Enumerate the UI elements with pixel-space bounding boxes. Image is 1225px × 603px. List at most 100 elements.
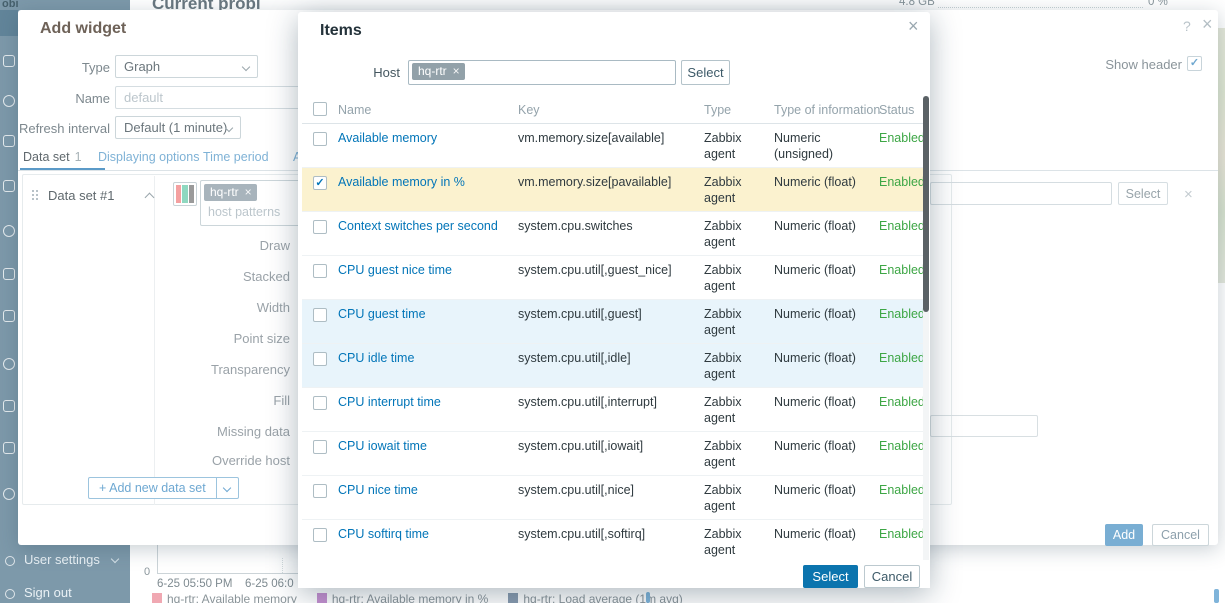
sidebar-icon[interactable] — [3, 55, 15, 67]
item-type: Zabbix agent — [704, 306, 756, 338]
item-checkbox[interactable]: ✓ — [313, 176, 327, 190]
item-name-link[interactable]: CPU interrupt time — [338, 394, 441, 410]
item-name-link[interactable]: CPU guest nice time — [338, 262, 452, 278]
check-icon: ✓ — [315, 177, 324, 189]
tab-data-set[interactable]: Data set1 — [23, 150, 82, 164]
item-info-type: Numeric (unsigned) — [774, 130, 874, 162]
legend-item[interactable]: hq-rtr: Load average (1m avg) — [508, 592, 682, 603]
remove-row-icon[interactable]: × — [1184, 186, 1193, 203]
item-checkbox[interactable] — [313, 264, 327, 278]
type-select[interactable]: Graph — [115, 55, 258, 78]
user-settings-label: User settings — [24, 552, 100, 567]
modal-scrollbar-track[interactable] — [923, 96, 929, 560]
dataset-header: Data set #1 — [48, 188, 115, 203]
item-name-link[interactable]: CPU nice time — [338, 482, 418, 498]
sidebar-active-item[interactable] — [0, 10, 18, 36]
color-swatch[interactable] — [173, 182, 197, 206]
dataset-field-label: Missing data — [217, 424, 290, 439]
graph-y-axis — [157, 545, 158, 574]
modal-footer: Select Cancel — [298, 560, 930, 588]
plus-icon: + — [99, 481, 106, 495]
item-patterns-input[interactable] — [930, 182, 1112, 205]
item-key: vm.memory.size[available] — [518, 130, 664, 146]
page-heading-fragment: Current probl — [152, 0, 322, 10]
host-filter-input[interactable]: hq-rtr × — [408, 60, 676, 85]
item-name-link[interactable]: Available memory in % — [338, 174, 465, 190]
help-icon[interactable]: ? — [1183, 18, 1191, 34]
secondary-input[interactable] — [930, 415, 1038, 437]
item-checkbox[interactable] — [313, 220, 327, 234]
modal-title: Items — [320, 22, 362, 40]
close-icon[interactable]: × — [1202, 14, 1213, 35]
legend-label: hq-rtr: Available memory in % — [332, 592, 489, 603]
sidebar-item-sign-out[interactable]: Sign out — [24, 585, 72, 600]
sidebar-logo: obi — [2, 0, 19, 9]
item-key: system.cpu.util[,softirq] — [518, 526, 645, 542]
item-checkbox[interactable] — [313, 396, 327, 410]
modal-scrollbar-thumb[interactable] — [923, 96, 929, 312]
graph-x-tick: 6-25 05:50 PM — [157, 578, 232, 590]
sidebar-icon[interactable] — [3, 310, 15, 322]
table-row: CPU guest nice time system.cpu.util[,gue… — [302, 256, 923, 300]
sign-out-label: Sign out — [24, 585, 72, 600]
item-checkbox[interactable] — [313, 308, 327, 322]
column-name: Name — [338, 103, 371, 117]
cancel-button[interactable]: Cancel — [1152, 524, 1209, 546]
item-checkbox[interactable] — [313, 528, 327, 542]
legend-item[interactable]: hq-rtr: Available memory — [152, 592, 297, 603]
sidebar-icon[interactable] — [3, 268, 15, 280]
host-tag-label: hq-rtr — [418, 64, 447, 78]
item-status: Enabled — [879, 394, 925, 410]
item-name-link[interactable]: CPU softirq time — [338, 526, 429, 542]
remove-tag-icon[interactable]: × — [245, 185, 252, 199]
add-data-set-dropdown[interactable] — [216, 478, 238, 498]
legend-label: hq-rtr: Load average (1m avg) — [523, 592, 682, 603]
show-header-checkbox[interactable]: ✓ — [1187, 56, 1202, 71]
sidebar-icon[interactable] — [3, 180, 15, 192]
item-type: Zabbix agent — [704, 130, 756, 162]
graph-legend: hq-rtr: Available memory hq-rtr: Availabl… — [152, 592, 683, 603]
legend-scrollbar[interactable] — [646, 592, 650, 603]
item-status: Enabled — [879, 350, 925, 366]
sidebar-item-user-settings[interactable]: User settings — [24, 552, 100, 567]
sidebar-icon[interactable] — [3, 488, 15, 500]
legend-swatch — [317, 593, 327, 603]
cancel-button[interactable]: Cancel — [864, 565, 920, 588]
check-icon: ✓ — [1190, 57, 1199, 69]
close-icon[interactable]: × — [908, 16, 919, 37]
sidebar-icon[interactable] — [3, 442, 15, 454]
item-type: Zabbix agent — [704, 482, 756, 514]
add-button[interactable]: Add — [1105, 524, 1143, 546]
item-name-link[interactable]: Available memory — [338, 130, 437, 146]
refresh-interval-value: Default (1 minute) — [124, 120, 227, 135]
table-row: CPU idle time system.cpu.util[,idle] Zab… — [302, 344, 923, 388]
tab-displaying-options[interactable]: Displaying options — [98, 150, 199, 164]
item-checkbox[interactable] — [313, 484, 327, 498]
item-select-button[interactable]: Select — [1118, 182, 1168, 205]
item-name-link[interactable]: CPU idle time — [338, 350, 414, 366]
sidebar-icon[interactable] — [3, 95, 15, 107]
select-all-checkbox[interactable] — [313, 102, 327, 116]
sidebar-icon[interactable] — [3, 225, 15, 237]
drag-handle-icon[interactable] — [32, 190, 34, 192]
item-checkbox[interactable] — [313, 352, 327, 366]
legend-item[interactable]: hq-rtr: Available memory in % — [317, 592, 489, 603]
item-name-link[interactable]: CPU iowait time — [338, 438, 427, 454]
sidebar-icon[interactable] — [3, 135, 15, 147]
sidebar-icon[interactable] — [3, 400, 15, 412]
refresh-interval-select[interactable]: Default (1 minute) — [115, 116, 241, 139]
item-name-link[interactable]: Context switches per second — [338, 218, 498, 234]
item-name-link[interactable]: CPU guest time — [338, 306, 426, 322]
item-checkbox[interactable] — [313, 440, 327, 454]
item-checkbox[interactable] — [313, 132, 327, 146]
host-select-button[interactable]: Select — [681, 60, 730, 85]
sidebar-icon[interactable] — [3, 358, 15, 370]
page-scrollbar[interactable] — [1214, 589, 1219, 603]
remove-tag-icon[interactable]: × — [453, 64, 460, 78]
add-new-data-set-button[interactable]: + Add new data set — [88, 477, 239, 499]
tab-time-period[interactable]: Time period — [203, 150, 269, 164]
graph-y-tick: 0 — [144, 566, 150, 578]
dataset-field-label: Override host — [212, 453, 290, 468]
select-button[interactable]: Select — [803, 565, 858, 588]
name-label: Name — [18, 91, 110, 106]
